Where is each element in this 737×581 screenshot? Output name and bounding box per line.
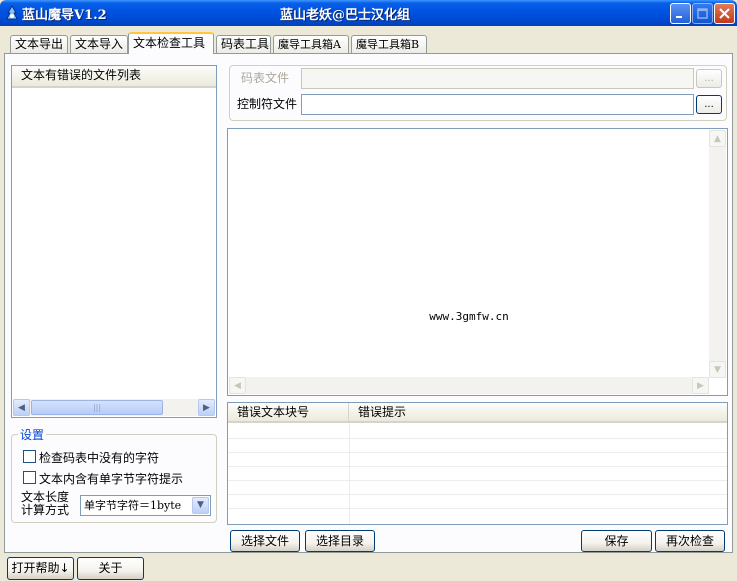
column-header-error-hint[interactable]: 错误提示 <box>349 403 727 423</box>
column-header-block-number[interactable]: 错误文本块号 <box>228 403 349 423</box>
window-title: 蓝山魔导V1.2 <box>22 8 107 23</box>
row-divider <box>228 508 727 509</box>
row-divider <box>228 494 727 495</box>
maximize-icon <box>697 8 708 19</box>
minimize-icon <box>676 16 682 18</box>
open-help-button[interactable]: 打开帮助↓ <box>7 557 74 580</box>
error-table-header: 错误文本块号 错误提示 <box>228 403 727 423</box>
row-divider <box>228 438 727 439</box>
text-view-hscrollbar: ◀ ▶ <box>229 377 709 394</box>
text-view-vscrollbar: ▲ ▼ <box>709 130 726 378</box>
control-file-label: 控制符文件 <box>237 97 298 111</box>
check-missing-chars-checkbox[interactable] <box>23 450 36 463</box>
code-table-browse-button: ... <box>696 69 722 88</box>
recheck-button[interactable]: 再次检查 <box>655 530 725 552</box>
maximize-button <box>692 3 713 24</box>
length-mode-select[interactable]: 单字节字符＝1byte ▼ <box>80 495 211 516</box>
scroll-left-button[interactable]: ◀ <box>13 399 30 416</box>
scroll-right-button[interactable]: ▶ <box>198 399 215 416</box>
error-file-list[interactable]: 文本有错误的文件列表 ◀ ||| ▶ <box>11 65 217 418</box>
check-missing-chars-label[interactable]: 检查码表中没有的字符 <box>39 449 159 466</box>
chevron-right-icon: ▶ <box>697 380 704 391</box>
tab-toolbox-b[interactable]: 魔导工具箱B <box>351 35 427 53</box>
chevron-right-icon: ▶ <box>203 402 210 413</box>
chevron-left-icon: ◀ <box>234 380 241 391</box>
tab-text-check[interactable]: 文本检查工具 <box>128 32 214 54</box>
error-table[interactable]: 错误文本块号 错误提示 <box>227 402 728 525</box>
single-byte-hint-checkbox[interactable] <box>23 471 36 484</box>
tab-toolbox-a[interactable]: 魔导工具箱A <box>273 35 349 53</box>
chevron-down-icon: ▼ <box>197 500 204 510</box>
tab-text-export[interactable]: 文本导出 <box>10 35 68 53</box>
length-mode-label: 文本长度 计算方式 <box>21 491 69 517</box>
scroll-thumb[interactable]: ||| <box>31 400 163 415</box>
row-divider <box>228 480 727 481</box>
chevron-up-icon: ▲ <box>714 133 721 144</box>
settings-title: 设置 <box>18 426 47 443</box>
row-divider <box>228 466 727 467</box>
save-button[interactable]: 保存 <box>581 530 652 552</box>
app-icon <box>4 5 20 21</box>
text-view[interactable]: www.3gmfw.cn ▲ ▼ ◀ ▶ <box>227 128 728 396</box>
control-file-field[interactable] <box>301 94 694 115</box>
minimize-button[interactable] <box>670 3 691 24</box>
scroll-left-button: ◀ <box>229 377 246 394</box>
chevron-left-icon: ◀ <box>18 402 25 413</box>
single-byte-hint-label[interactable]: 文本内含有单字节字符提示 <box>39 470 183 487</box>
close-icon <box>719 8 730 19</box>
select-directory-button[interactable]: 选择目录 <box>305 530 375 552</box>
text-view-content: www.3gmfw.cn <box>429 310 509 323</box>
length-mode-value: 单字节字符＝1byte <box>84 499 182 512</box>
control-file-browse-button[interactable]: ... <box>696 95 722 114</box>
length-mode-label-line2: 计算方式 <box>21 503 70 517</box>
dropdown-button[interactable]: ▼ <box>192 497 209 514</box>
scroll-down-button: ▼ <box>709 361 726 378</box>
scroll-up-button: ▲ <box>709 130 726 147</box>
select-file-button[interactable]: 选择文件 <box>230 530 300 552</box>
file-list-hscrollbar[interactable]: ◀ ||| ▶ <box>13 399 215 416</box>
file-list-header: 文本有错误的文件列表 <box>12 66 216 88</box>
chevron-down-icon: ▼ <box>714 364 721 375</box>
code-table-label: 码表文件 <box>241 71 290 85</box>
tab-code-table[interactable]: 码表工具 <box>216 35 271 53</box>
about-button[interactable]: 关于 <box>77 557 144 580</box>
tab-text-import[interactable]: 文本导入 <box>70 35 128 53</box>
close-button[interactable] <box>714 3 735 24</box>
scroll-right-button: ▶ <box>692 377 709 394</box>
code-table-field <box>301 68 694 89</box>
row-divider <box>228 452 727 453</box>
window-subtitle: 蓝山老妖@巴士汉化组 <box>280 8 411 23</box>
